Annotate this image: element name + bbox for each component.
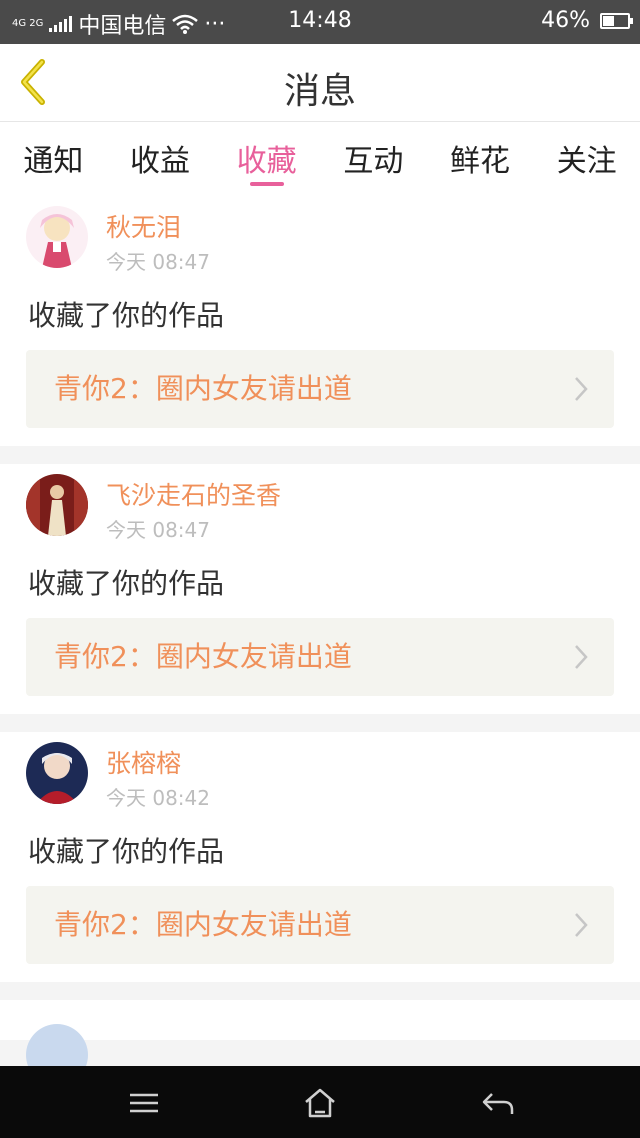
work-link[interactable]: 青你2：圈内女友请出道	[26, 886, 614, 964]
chevron-right-icon	[575, 377, 588, 401]
home-icon[interactable]	[300, 1086, 340, 1120]
back-icon[interactable]	[478, 1086, 518, 1120]
username[interactable]: 飞沙走石的圣香	[106, 476, 281, 512]
tab-bar: 通知 收益 收藏 互动 鲜花 关注	[0, 122, 640, 196]
work-link[interactable]: 青你2：圈内女友请出道	[26, 350, 614, 428]
status-bar: 4G 2G 中国电信 ··· 14:48 46%	[0, 0, 640, 44]
timestamp: 今天 08:47	[106, 250, 210, 274]
system-nav-bar	[0, 1066, 640, 1138]
tab-earnings[interactable]: 收益	[107, 122, 214, 196]
page-title: 消息	[283, 71, 356, 112]
username[interactable]: 张榕榕	[106, 744, 181, 780]
timestamp: 今天 08:42	[106, 786, 210, 810]
avatar[interactable]	[26, 742, 88, 804]
action-text: 收藏了你的作品	[28, 299, 225, 332]
message-card: 飞沙走石的圣香 今天 08:47 收藏了你的作品 青你2：圈内女友请出道	[0, 464, 640, 714]
battery-percent: 46%	[541, 8, 590, 33]
action-text: 收藏了你的作品	[28, 835, 225, 868]
tab-notify[interactable]: 通知	[0, 122, 107, 196]
battery-icon	[600, 12, 633, 29]
menu-icon[interactable]	[124, 1086, 164, 1120]
chevron-right-icon	[575, 913, 588, 937]
chevron-right-icon	[575, 645, 588, 669]
timestamp: 今天 08:47	[106, 518, 210, 542]
work-title: 青你2：圈内女友请出道	[54, 372, 352, 405]
message-list: 秋无泪 今天 08:47 收藏了你的作品 青你2：圈内女友请出道 飞沙走石的圣香…	[0, 196, 640, 1086]
message-card: 秋无泪 今天 08:47 收藏了你的作品 青你2：圈内女友请出道	[0, 196, 640, 446]
nav-bar: 消息	[0, 44, 640, 122]
message-card: 张榕榕 今天 08:42 收藏了你的作品 青你2：圈内女友请出道	[0, 732, 640, 982]
action-text: 收藏了你的作品	[28, 567, 225, 600]
tab-flowers[interactable]: 鲜花	[427, 122, 534, 196]
avatar[interactable]	[26, 474, 88, 536]
tab-follow[interactable]: 关注	[533, 122, 640, 196]
work-title: 青你2：圈内女友请出道	[54, 640, 352, 673]
username[interactable]: 秋无泪	[106, 208, 181, 244]
avatar[interactable]	[26, 206, 88, 268]
message-card-partial	[0, 1000, 640, 1086]
tab-favorites[interactable]: 收藏	[213, 122, 320, 196]
tab-interact[interactable]: 互动	[320, 122, 427, 196]
work-title: 青你2：圈内女友请出道	[54, 908, 352, 941]
work-link[interactable]: 青你2：圈内女友请出道	[26, 618, 614, 696]
